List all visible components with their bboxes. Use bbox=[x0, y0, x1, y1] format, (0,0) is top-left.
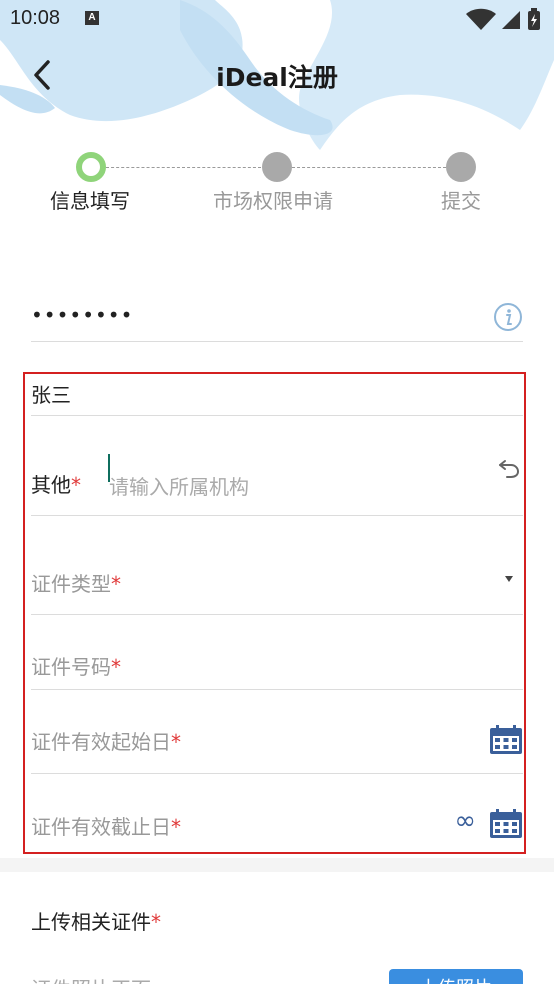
id-number-field[interactable]: 证件号码* bbox=[31, 615, 523, 690]
id-type-label-text: 证件类型 bbox=[31, 572, 111, 596]
start-date-field[interactable]: 证件有效起始日* bbox=[31, 690, 523, 774]
wifi-icon bbox=[466, 8, 496, 30]
required-mark: * bbox=[111, 655, 121, 679]
password-value: •••••••• bbox=[31, 303, 134, 327]
upload-title-text: 上传相关证件 bbox=[31, 910, 151, 934]
battery-icon bbox=[528, 8, 540, 30]
status-time: 10:08 bbox=[10, 7, 61, 29]
section-divider bbox=[0, 858, 554, 872]
required-mark: * bbox=[171, 815, 181, 839]
other-input-placeholder[interactable]: 请输入所属机构 bbox=[109, 471, 249, 500]
id-number-label: 证件号码* bbox=[31, 651, 121, 680]
end-date-label: 证件有效截止日* bbox=[31, 811, 181, 840]
password-field[interactable]: •••••••• bbox=[31, 293, 523, 342]
other-label: 其他* bbox=[31, 469, 81, 498]
end-date-field[interactable]: 证件有效截止日* ∞ bbox=[31, 774, 523, 852]
step-label-submit: 提交 bbox=[441, 189, 481, 213]
upload-photo-button[interactable]: 上传照片 bbox=[389, 969, 523, 984]
calendar-icon[interactable] bbox=[489, 809, 523, 839]
id-type-label: 证件类型* bbox=[31, 568, 121, 597]
step-connector bbox=[106, 167, 261, 168]
page-title: iDeal注册 bbox=[216, 63, 338, 92]
upload-section-title: 上传相关证件* bbox=[31, 906, 161, 935]
calendar-icon[interactable] bbox=[489, 725, 523, 755]
end-date-label-text: 证件有效截止日 bbox=[31, 815, 171, 839]
infinity-icon[interactable]: ∞ bbox=[454, 806, 476, 836]
required-mark: * bbox=[71, 473, 81, 497]
start-date-label-text: 证件有效起始日 bbox=[31, 730, 171, 754]
step-dot-market bbox=[262, 152, 292, 182]
status-bar: 10:08 A bbox=[0, 0, 554, 38]
name-field[interactable]: 张三 bbox=[31, 372, 523, 416]
step-label-info: 信息填写 bbox=[50, 189, 130, 213]
step-dot-submit bbox=[446, 152, 476, 182]
required-mark: * bbox=[171, 730, 181, 754]
dropdown-caret-icon[interactable] bbox=[505, 576, 513, 582]
start-date-label: 证件有效起始日* bbox=[31, 726, 181, 755]
step-indicator: 信息填写 市场权限申请 提交 bbox=[0, 150, 554, 220]
id-number-label-text: 证件号码 bbox=[31, 655, 111, 679]
required-mark: * bbox=[151, 910, 161, 934]
step-connector bbox=[292, 167, 446, 168]
notification-icon: A bbox=[85, 11, 99, 25]
step-label-market: 市场权限申请 bbox=[213, 189, 333, 213]
step-dot-info bbox=[76, 152, 106, 182]
status-icons bbox=[464, 8, 544, 34]
upload-front-label: 证件照片正面 bbox=[31, 973, 151, 984]
name-value: 张三 bbox=[31, 383, 71, 407]
undo-icon[interactable] bbox=[497, 456, 521, 480]
info-icon[interactable] bbox=[493, 302, 523, 332]
other-institution-field[interactable]: 其他* 请输入所属机构 bbox=[31, 416, 523, 516]
signal-icon bbox=[502, 11, 520, 29]
required-mark: * bbox=[111, 572, 121, 596]
other-label-text: 其他 bbox=[31, 473, 71, 497]
id-type-select[interactable]: 证件类型* bbox=[31, 516, 523, 615]
